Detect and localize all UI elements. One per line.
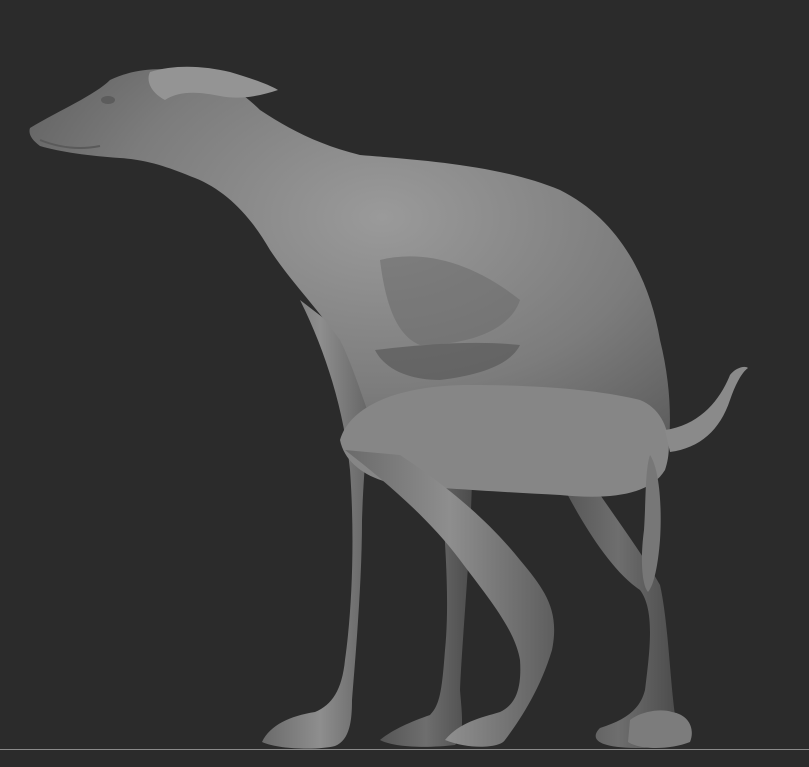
tail: [665, 366, 748, 452]
ground-line: [0, 749, 809, 750]
ground-pile: [628, 710, 692, 748]
sculpt-viewport[interactable]: [0, 0, 809, 767]
dog-sculpt-model: [29, 66, 748, 749]
eye: [101, 96, 115, 104]
